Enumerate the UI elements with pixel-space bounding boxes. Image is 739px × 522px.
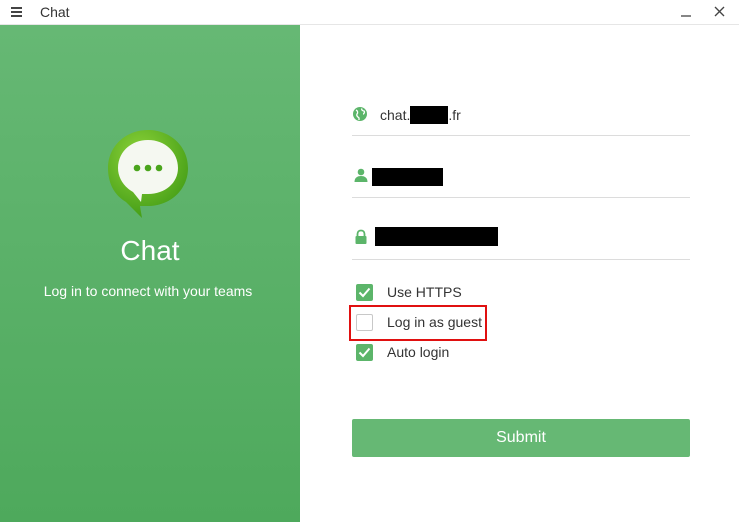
app-name: Chat	[120, 235, 180, 266]
title-bar: Chat	[0, 0, 739, 25]
use-https-checkbox[interactable]	[356, 284, 373, 301]
auto-login-checkbox[interactable]	[356, 344, 373, 361]
checkmark-icon	[358, 287, 371, 298]
server-field[interactable]: chat. .fr	[352, 100, 690, 136]
username-field[interactable]	[352, 162, 690, 198]
brand-panel	[0, 25, 300, 522]
globe-icon	[353, 107, 367, 121]
redacted-password	[375, 227, 498, 246]
submit-button[interactable]: Submit	[352, 419, 690, 457]
window-title: Chat	[40, 4, 70, 20]
auto-login-label: Auto login	[387, 344, 450, 360]
close-button[interactable]	[703, 0, 737, 25]
lock-icon	[355, 229, 367, 244]
chat-bubble-icon	[108, 130, 188, 218]
server-address: chat. .fr	[380, 106, 461, 124]
redacted-username	[372, 168, 443, 186]
minimize-icon	[681, 15, 691, 17]
hamburger-menu-icon[interactable]	[10, 6, 24, 18]
server-prefix: chat.	[380, 107, 411, 123]
password-field[interactable]	[352, 224, 690, 260]
annotation-highlight-box	[349, 305, 487, 341]
server-suffix: .fr	[448, 107, 461, 123]
checkmark-icon	[358, 347, 371, 358]
user-icon	[354, 168, 368, 182]
close-icon	[714, 6, 725, 17]
use-https-label: Use HTTPS	[387, 284, 462, 300]
tagline: Log in to connect with your teams	[43, 283, 253, 299]
minimize-button[interactable]	[669, 0, 703, 25]
redacted-block	[410, 106, 449, 124]
